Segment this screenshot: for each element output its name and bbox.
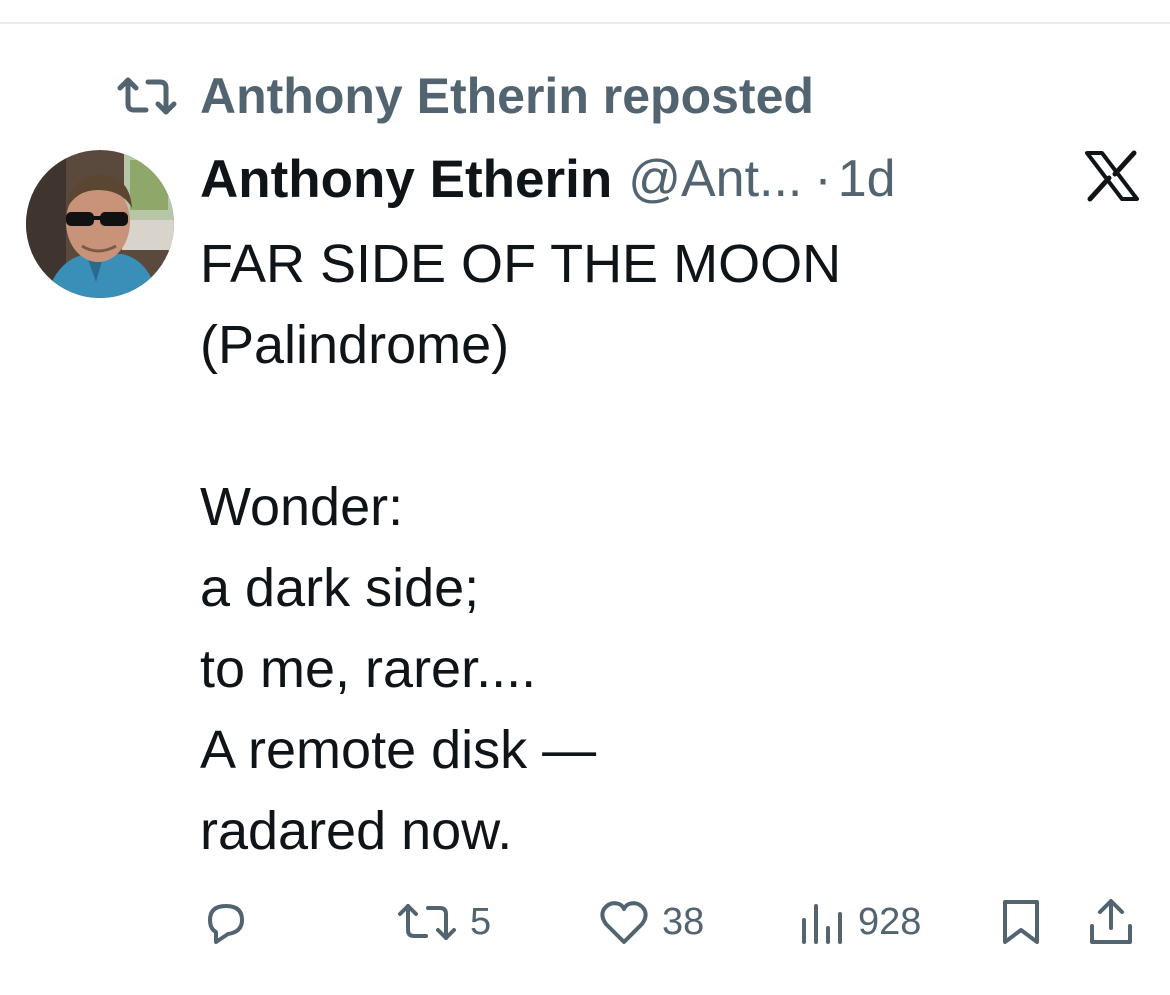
author-avatar[interactable] <box>26 150 174 298</box>
repost-count: 5 <box>470 900 492 943</box>
post-time[interactable]: 1d <box>838 149 896 209</box>
action-bar: 5 38 928 <box>0 890 1170 954</box>
reply-icon <box>208 904 244 944</box>
avatar-photo <box>26 150 174 298</box>
like-count: 38 <box>662 900 705 943</box>
views-count: 928 <box>858 900 922 943</box>
repost-icon <box>116 76 178 116</box>
bookmark-icon <box>1003 900 1039 944</box>
views-bar-chart-icon <box>802 904 842 944</box>
repost-label: Anthony Etherin reposted <box>200 68 814 124</box>
repost-icon <box>398 904 456 940</box>
post-line: to me, rarer.... <box>200 639 537 699</box>
post-line: radared now. <box>200 801 513 861</box>
author-name[interactable]: Anthony Etherin <box>200 149 612 210</box>
views-button[interactable]: 928 <box>800 890 921 954</box>
post-text: FAR SIDE OF THE MOON (Palindrome) Wonder… <box>200 224 1130 872</box>
share-icon <box>1090 899 1132 944</box>
share-button[interactable] <box>1088 890 1134 954</box>
like-button[interactable]: 38 <box>598 890 704 954</box>
post-line <box>200 386 1130 467</box>
reply-button[interactable] <box>202 890 250 954</box>
x-logo-icon <box>1084 150 1140 202</box>
post-line: Wonder: <box>200 477 404 537</box>
post-header: Anthony Etherin @Ant... · 1d <box>200 144 896 214</box>
author-handle[interactable]: @Ant... <box>628 149 802 209</box>
post-line: a dark side; <box>200 558 480 618</box>
heart-icon <box>600 901 648 944</box>
repost-context[interactable]: Anthony Etherin reposted <box>116 66 814 126</box>
separator-dot: · <box>814 150 832 208</box>
post-line: A remote disk — <box>200 720 597 780</box>
top-divider <box>0 22 1170 24</box>
bookmark-button[interactable] <box>1000 890 1042 954</box>
repost-button[interactable]: 5 <box>396 890 491 954</box>
post-line: FAR SIDE OF THE MOON <box>200 234 842 294</box>
post-line: (Palindrome) <box>200 315 510 375</box>
